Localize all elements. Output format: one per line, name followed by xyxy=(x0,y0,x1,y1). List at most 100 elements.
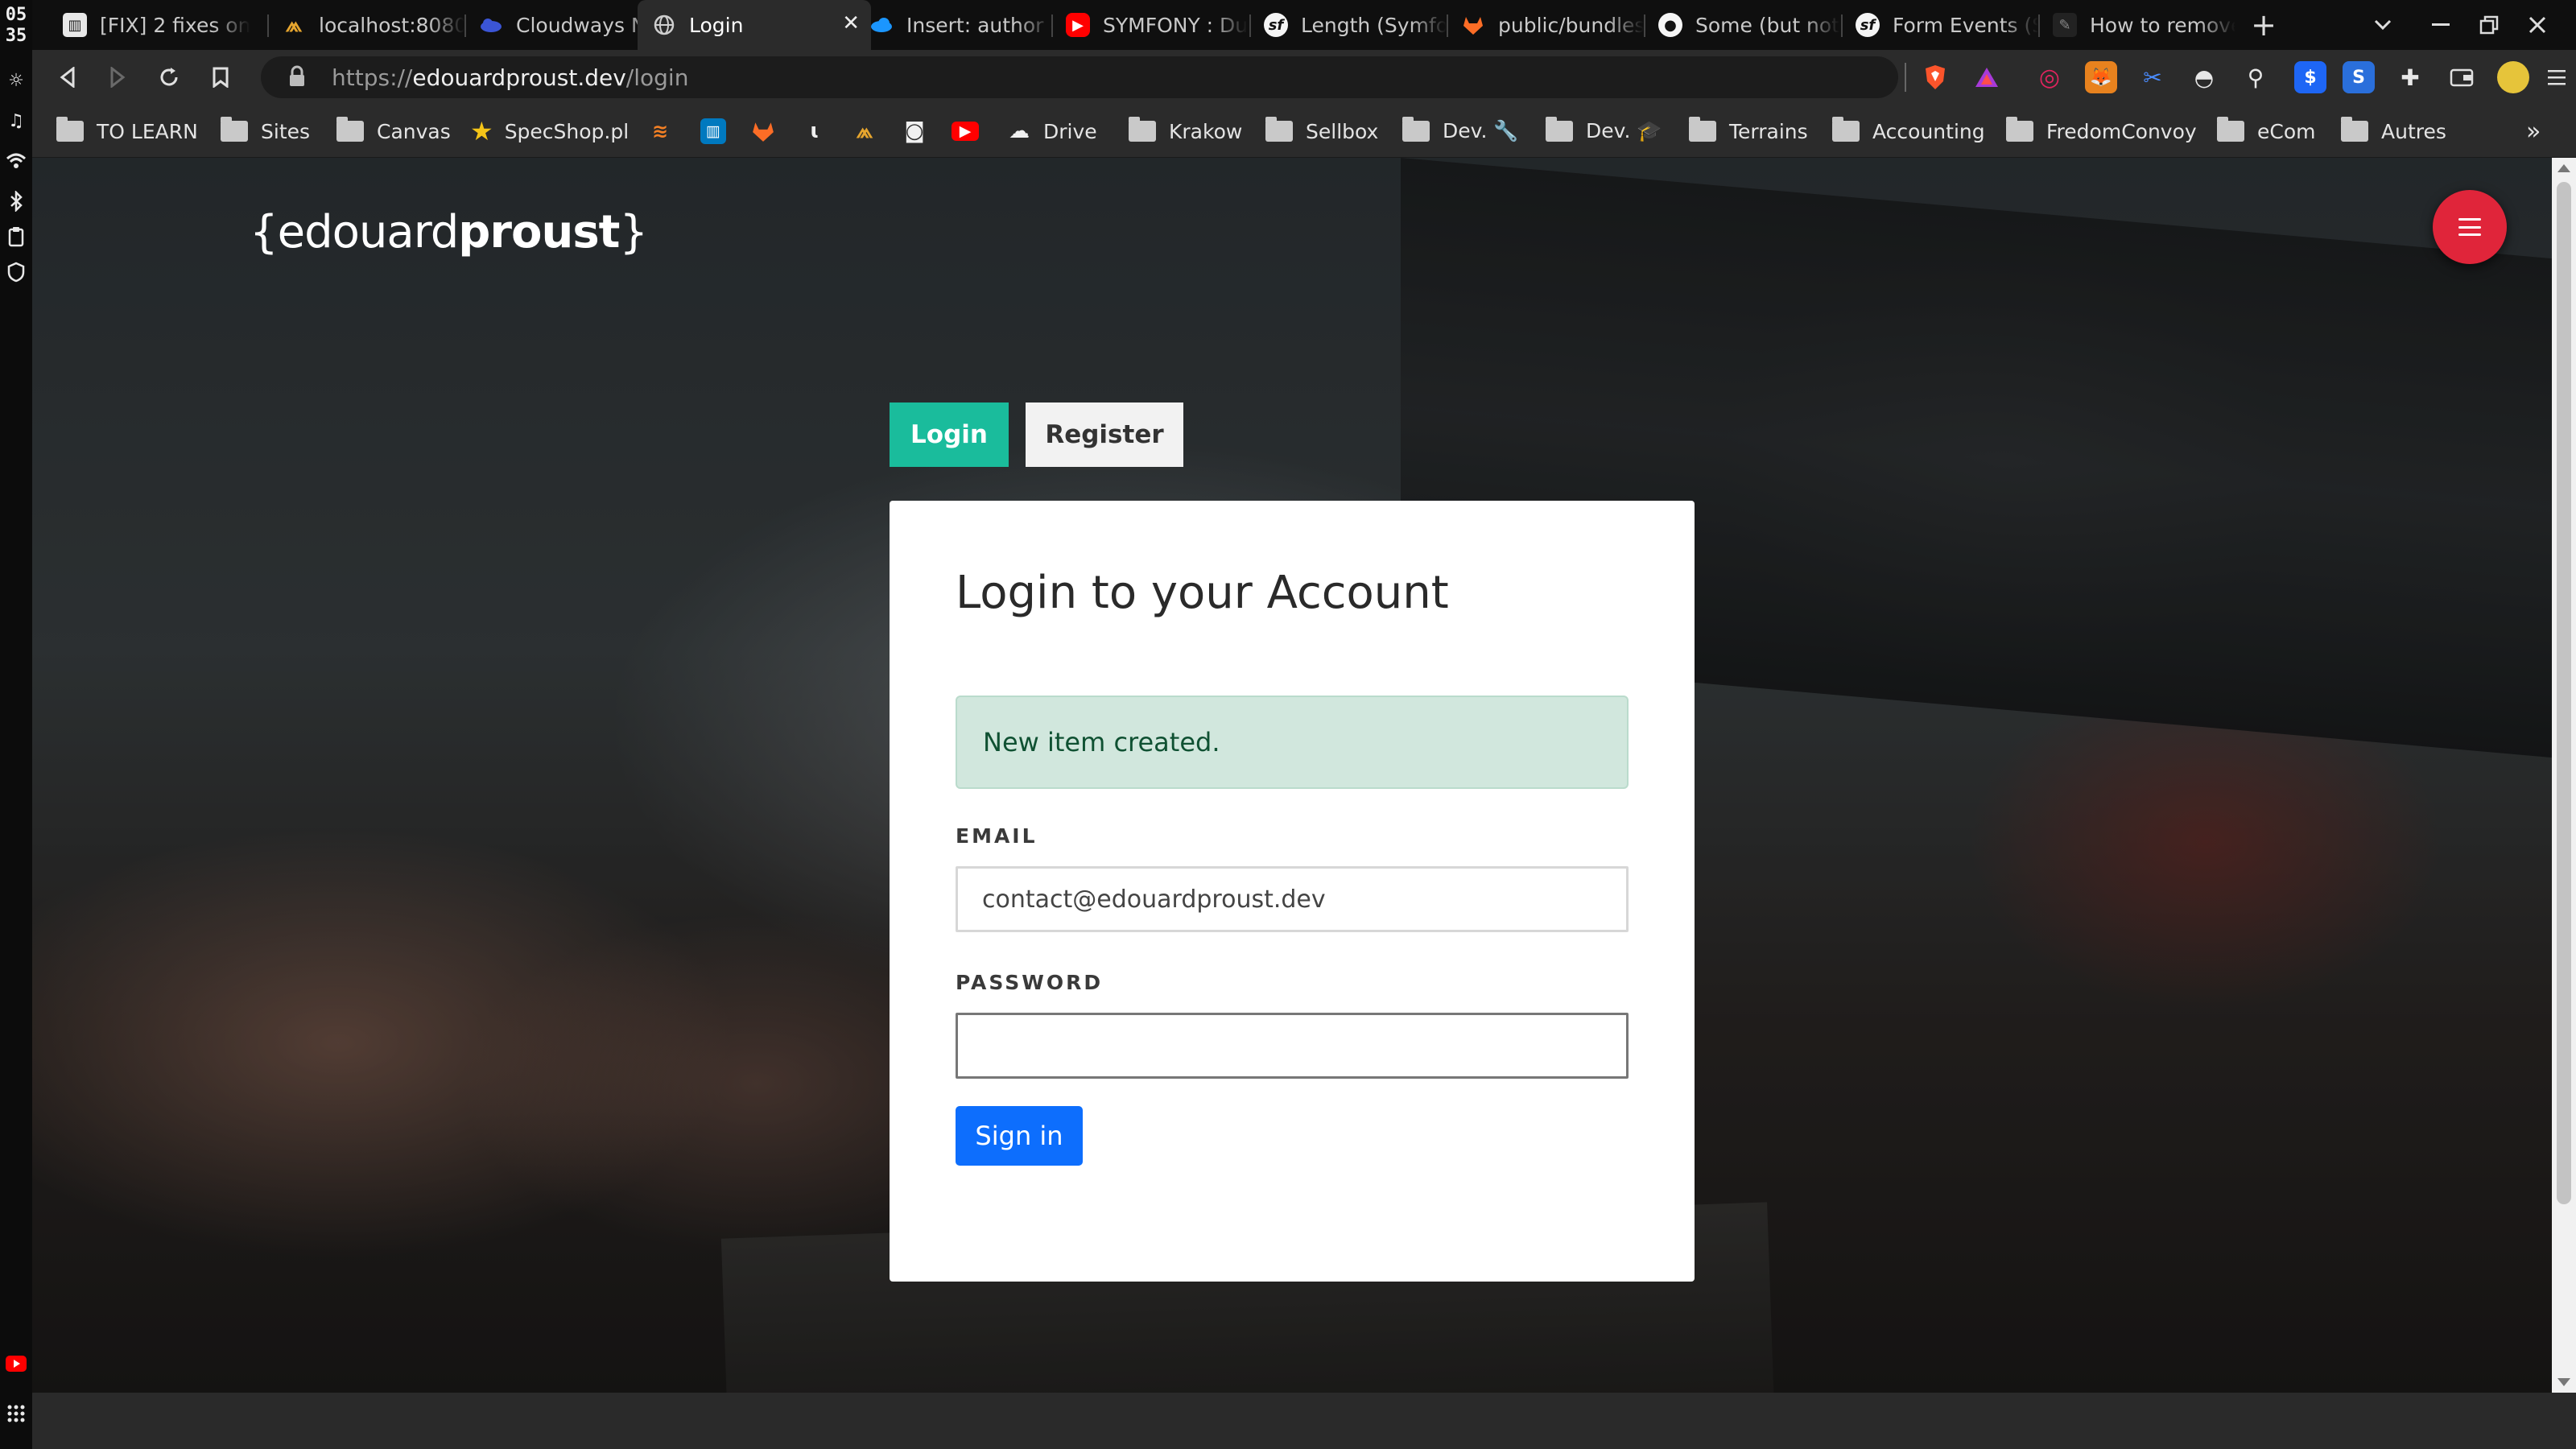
address-bar[interactable]: https://edouardproust.dev/login xyxy=(261,56,1898,98)
bookmark-folder-dev-learn[interactable]: Dev. 🎓 xyxy=(1546,113,1662,150)
bookmark-folder-canvas[interactable]: Canvas xyxy=(336,113,451,150)
folder-icon xyxy=(1689,117,1716,142)
password-field[interactable] xyxy=(956,1013,1629,1079)
shield-icon[interactable] xyxy=(5,261,27,283)
bookmark-folder-ecom[interactable]: eCom xyxy=(2217,113,2316,150)
bookmark-label: Drive xyxy=(1043,119,1097,143)
reload-button[interactable] xyxy=(150,58,188,97)
tab-how-to-remove[interactable]: ✎ How to remove xyxy=(2038,0,2235,50)
symfony-icon: sf xyxy=(1264,13,1288,37)
bookmark-symfony-bar[interactable]: ⩕ xyxy=(852,113,877,150)
bookmark-label: Accounting xyxy=(1872,119,1985,143)
new-tab-button[interactable]: + xyxy=(2240,0,2288,50)
login-tab-button[interactable]: Login xyxy=(890,402,1009,467)
bookmark-stackoverflow[interactable]: ≋ xyxy=(647,113,673,150)
gitlab-icon xyxy=(750,118,776,144)
restore-window-icon[interactable] xyxy=(2465,0,2513,50)
tab-login[interactable]: Login ✕ xyxy=(638,0,871,50)
wifi-icon[interactable] xyxy=(5,150,27,172)
bookmark-folder-terrains[interactable]: Terrains xyxy=(1689,113,1808,150)
tab-insert-author[interactable]: Insert: author - xyxy=(855,0,1052,50)
bookmark-folder-autres[interactable]: Autres xyxy=(2341,113,2446,150)
bookmark-gitlab[interactable] xyxy=(750,113,776,150)
bluetooth-icon[interactable] xyxy=(5,190,27,213)
lastpass-ext-icon[interactable]: ◎ xyxy=(2033,61,2066,93)
bookmark-folder-fredomconvoy[interactable]: FredomConvoy xyxy=(2006,113,2197,150)
os-clock-minute: 35 xyxy=(5,26,27,46)
brightness-icon[interactable]: ☼ xyxy=(5,69,27,92)
bookmark-folder-sites[interactable]: Sites xyxy=(221,113,310,150)
bookmark-button[interactable] xyxy=(201,58,240,97)
brave-shields-icon[interactable] xyxy=(1919,61,1951,93)
screen: 05 35 ☼ ♫ ▥ [FIX] 2 fixes on ⩕ localhost… xyxy=(0,0,2576,1449)
close-window-icon[interactable] xyxy=(2513,0,2562,50)
tab-title: localhost:8080 xyxy=(319,13,464,37)
lock-icon[interactable] xyxy=(288,65,312,89)
forward-button[interactable] xyxy=(98,58,137,97)
bookmark-robot[interactable]: ◙ xyxy=(902,113,927,150)
bookmarks-overflow-button[interactable]: » xyxy=(2526,113,2541,150)
music-icon[interactable]: ♫ xyxy=(5,109,27,132)
clipboard-icon[interactable] xyxy=(5,225,27,248)
metamask-ext-icon[interactable]: 🦊 xyxy=(2085,61,2117,93)
brave-rewards-icon[interactable] xyxy=(1971,61,2003,93)
scrollbar-thumb[interactable] xyxy=(2557,182,2571,1204)
bookmarks-bar: TO LEARN Sites Canvas ★ SpecShop.pl ≋ ▥ ɩ… xyxy=(32,105,2576,158)
logo-light-text: {edouard xyxy=(250,206,459,258)
symfony-bar-icon: ⩕ xyxy=(285,12,303,37)
site-logo[interactable]: {edouardproust} xyxy=(250,206,648,258)
bookmark-youtube[interactable]: ▶ xyxy=(952,113,979,150)
s-ext-icon[interactable]: S xyxy=(2343,61,2375,93)
email-field[interactable]: contact@edouardproust.dev xyxy=(956,866,1629,932)
folder-icon xyxy=(1402,117,1430,142)
scissors-ext-icon[interactable]: ✂ xyxy=(2136,61,2169,93)
url-text[interactable]: https://edouardproust.dev/login xyxy=(332,64,688,91)
register-tab-button[interactable]: Register xyxy=(1026,402,1183,467)
os-clock: 05 35 xyxy=(2,5,31,47)
scroll-down-arrow-icon[interactable] xyxy=(2557,1378,2570,1386)
bookmark-specshop[interactable]: ★ SpecShop.pl xyxy=(470,113,629,150)
toolbar-separator xyxy=(1905,63,1906,92)
youtube-tray-icon[interactable] xyxy=(5,1352,27,1375)
logo-end-text: } xyxy=(619,206,648,258)
colorpicker-ext-icon[interactable]: ⚲ xyxy=(2240,61,2272,93)
tab-title: Some (but not xyxy=(1695,13,1840,37)
page-scrollbar[interactable] xyxy=(2552,158,2576,1393)
bookmark-label: Autres xyxy=(2381,119,2446,143)
dev-ext-icon[interactable]: $ xyxy=(2294,61,2326,93)
hamburger-icon xyxy=(2458,218,2481,236)
wallet-icon[interactable] xyxy=(2446,61,2478,93)
scroll-up-arrow-icon[interactable] xyxy=(2557,164,2570,172)
bookmark-folder-dev-tools[interactable]: Dev. 🔧 xyxy=(1402,113,1519,150)
bookmark-trello[interactable]: ▥ xyxy=(700,113,726,150)
back-button[interactable] xyxy=(48,58,87,97)
bookmark-drive[interactable]: ☁ Drive xyxy=(1006,113,1097,150)
bookmark-folder-krakow[interactable]: Krakow xyxy=(1129,113,1242,150)
bookmark-folder-accounting[interactable]: Accounting xyxy=(1832,113,1985,150)
profile-avatar[interactable] xyxy=(2497,61,2529,93)
mask-ext-icon[interactable]: ◓ xyxy=(2188,61,2220,93)
menu-fab-button[interactable] xyxy=(2433,190,2507,264)
minimize-window-icon[interactable] xyxy=(2417,0,2465,50)
tab-form-events[interactable]: sf Form Events (S xyxy=(1841,0,2038,50)
apps-grid-icon[interactable] xyxy=(5,1402,27,1425)
bottom-panel xyxy=(32,1393,2576,1449)
folder-icon xyxy=(336,117,364,142)
tab-localhost[interactable]: ⩕ localhost:8080 xyxy=(267,0,464,50)
logo-bold-text: proust xyxy=(458,206,620,258)
tab-symfony-du[interactable]: ▶ SYMFONY : Du xyxy=(1051,0,1250,50)
password-label: PASSWORD xyxy=(956,971,1104,994)
bookmark-folder-sellbox[interactable]: Sellbox xyxy=(1265,113,1378,150)
gitlab-icon xyxy=(1461,13,1485,37)
sign-in-button[interactable]: Sign in xyxy=(956,1106,1083,1166)
tab-public-bundles[interactable]: public/bundles xyxy=(1447,0,1644,50)
bookmark-lightspeed[interactable]: ɩ xyxy=(802,113,828,150)
menu-hamburger-icon[interactable] xyxy=(2541,61,2573,93)
tab-some-but-not[interactable]: ● Some (but not xyxy=(1644,0,1841,50)
tab-fix-2-fixes[interactable]: ▥ [FIX] 2 fixes on xyxy=(48,0,266,50)
extensions-puzzle-icon[interactable]: ✚ xyxy=(2394,61,2426,93)
tab-list-chevron-down-icon[interactable] xyxy=(2359,0,2407,50)
tab-length-symfony[interactable]: sf Length (Symfo xyxy=(1249,0,1447,50)
bookmark-folder-to-learn[interactable]: TO LEARN xyxy=(56,113,198,150)
tab-cloudways[interactable]: Cloudways New xyxy=(464,0,662,50)
